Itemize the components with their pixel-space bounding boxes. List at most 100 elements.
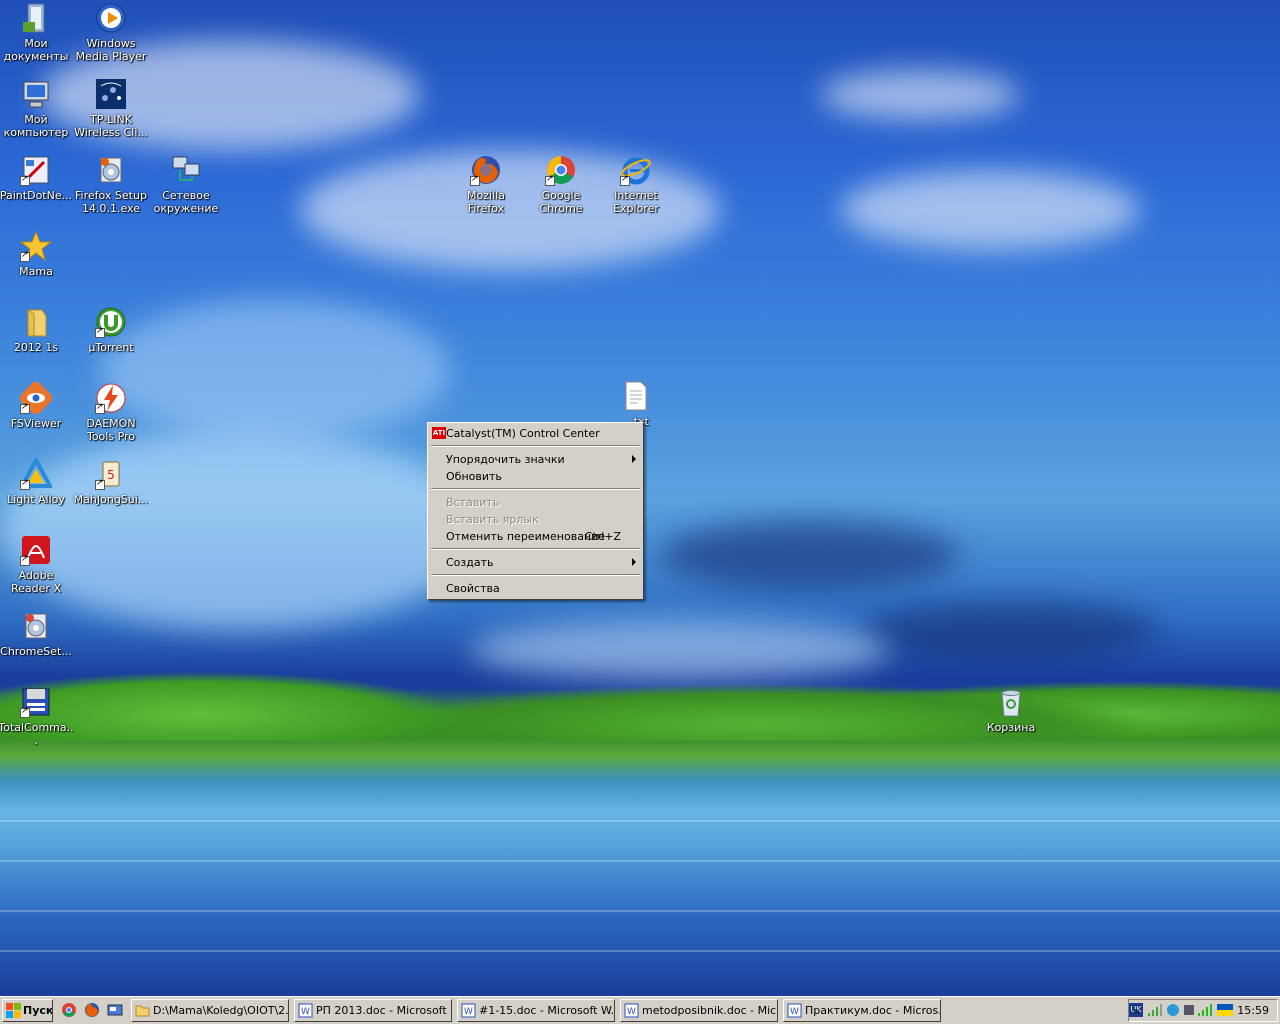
light-alloy-icon [18,455,54,490]
desktop-icon-total-commander[interactable]: TotalComma... [0,686,74,747]
menu-item-label: Catalyst(TM) Control Center [446,427,600,440]
menu-item-properties[interactable]: Свойства [430,580,641,597]
desktop-icon-utorrent[interactable]: µTorrent [73,306,149,354]
desktop-icon-chrome[interactable]: Google Chrome [523,154,599,215]
wallpaper-cloud [820,70,1020,120]
menu-item-label: Свойства [446,582,500,595]
submenu-arrow-icon [632,558,636,566]
network-icon [170,154,202,186]
firefox-setup-icon [95,154,127,186]
ie-icon [620,154,652,186]
wireless-signal-icon[interactable] [1197,1003,1213,1020]
wallpaper-cloud [660,520,960,590]
wallpaper-cloud [860,600,1160,660]
total-commander-icon [20,686,52,718]
quicklaunch-show-desktop-icon[interactable] [107,1002,123,1018]
daemon-tools-icon [95,382,127,414]
network-status-icon[interactable] [1167,1004,1179,1016]
taskbar-window-word-rp[interactable]: W РП 2013.doc - Microsoft ... [294,999,452,1022]
svg-text:5: 5 [107,468,115,482]
taskbar: Пуск D:\Mama\Koledg\OIOT\2... W РП 2013.… [0,996,1280,1024]
desktop-context-menu[interactable]: ATI Catalyst(TM) Control Center Упорядоч… [427,422,644,600]
signal-strength-icon[interactable] [1147,1003,1163,1020]
desktop[interactable]: Мои документы Windows Media Player Мой к… [0,0,1280,996]
star-icon [19,230,53,262]
system-tray: « 15:59 [1128,999,1278,1022]
desktop-icon-network[interactable]: Сетевое окружение [148,154,224,215]
menu-separator [431,488,640,490]
taskbar-window-word-praktikum[interactable]: W Практикум.doc - Micros... [783,999,941,1022]
folder-icon [20,306,52,338]
desktop-icon-recycle-bin[interactable]: Корзина [973,686,1049,734]
paintdotnet-icon [20,154,52,186]
desktop-icon-folder-2012[interactable]: 2012 1s [0,306,74,354]
desktop-icon-internet-explorer[interactable]: Internet Explorer [598,154,674,215]
menu-item-catalyst[interactable]: ATI Catalyst(TM) Control Center [430,425,641,442]
menu-item-paste-shortcut: Вставить ярлык [430,511,641,528]
start-button[interactable]: Пуск [2,999,53,1022]
taskbar-window-label: D:\Mama\Koledg\OIOT\2... [153,1004,289,1017]
desktop-icon-adobe-reader[interactable]: Adobe Reader X [0,534,74,595]
tplink-icon [95,78,127,110]
taskbar-window-word-metodposibnik[interactable]: W metodposibnik.doc - Micr... [620,999,778,1022]
my-computer-icon [20,78,52,110]
menu-item-shortcut: Ctrl+Z [584,530,621,543]
wallpaper-cloud [100,300,450,440]
word-document-icon: W [461,1003,476,1018]
menu-separator [431,548,640,550]
menu-item-new[interactable]: Создать [430,554,641,571]
desktop-icon-media-player[interactable]: Windows Media Player [73,2,149,63]
chrome-setup-icon [20,610,52,642]
menu-item-arrange-icons[interactable]: Упорядочить значки [430,451,641,468]
desktop-icon-mahjong[interactable]: 5 MahJongSui... [73,458,149,506]
menu-item-label: Обновить [446,470,502,483]
menu-separator [431,574,640,576]
taskbar-window-label: #1-15.doc - Microsoft W... [479,1004,615,1017]
recycle-bin-icon [995,686,1027,718]
chrome-icon [545,154,577,186]
menu-item-label: Упорядочить значки [446,453,565,466]
desktop-icon-my-computer[interactable]: Мой компьютер [0,78,74,139]
utorrent-icon [95,306,127,338]
desktop-icon-tplink[interactable]: TP-LINK Wireless Cli... [73,78,149,139]
menu-item-label: Вставить [446,496,500,509]
menu-item-label: Отменить переименование [446,530,606,543]
menu-item-undo-rename[interactable]: Отменить переименование Ctrl+Z [430,528,641,545]
desktop-icon-firefox-setup[interactable]: Firefox Setup 14.0.1.exe [73,154,149,215]
taskbar-window-word-1-15[interactable]: W #1-15.doc - Microsoft W... [457,999,615,1022]
menu-item-refresh[interactable]: Обновить [430,468,641,485]
ati-logo-icon: ATI [432,427,446,439]
wallpaper-water [0,740,1280,996]
taskbar-window-explorer[interactable]: D:\Mama\Koledg\OIOT\2... [131,999,289,1022]
media-player-icon [95,2,127,34]
quicklaunch-firefox-icon[interactable] [84,1002,100,1018]
tray-app-icon[interactable] [1184,1005,1194,1018]
clock[interactable]: 15:59 [1237,1000,1269,1021]
desktop-icon-fsviewer[interactable]: FSViewer [0,379,74,430]
menu-item-label: Вставить ярлык [446,513,539,526]
desktop-icon-firefox[interactable]: Mozilla Firefox [448,154,524,215]
quicklaunch-chrome-icon[interactable] [61,1002,77,1018]
firefox-icon [470,154,502,186]
desktop-icon-paintdotnet[interactable]: PaintDotNe... [0,154,74,202]
desktop-icon-daemon-tools[interactable]: DAEMON Tools Pro [73,382,149,443]
svg-text:W: W [301,1007,310,1017]
tray-expand-chevron[interactable]: « [1133,1002,1140,1019]
desktop-icon-mama[interactable]: Mama [0,230,74,278]
desktop-icon-light-alloy[interactable]: Light Alloy [0,455,74,506]
word-document-icon: W [298,1003,313,1018]
desktop-icon-my-documents[interactable]: Мои документы [0,2,74,63]
ukraine-flag-icon[interactable] [1217,1004,1233,1016]
start-label: Пуск [23,1004,53,1017]
svg-text:W: W [790,1007,799,1017]
menu-separator [431,445,640,447]
desktop-icon-text-file[interactable]: ...txt [598,380,674,428]
mahjong-icon: 5 [95,458,127,490]
word-document-icon: W [787,1003,802,1018]
text-file-icon [620,380,652,412]
desktop-icon-chrome-setup[interactable]: ChromeSet... [0,610,74,658]
svg-text:W: W [627,1007,636,1017]
my-documents-icon [20,2,52,34]
wallpaper-cloud [840,170,1140,250]
windows-logo-icon [6,1003,21,1018]
